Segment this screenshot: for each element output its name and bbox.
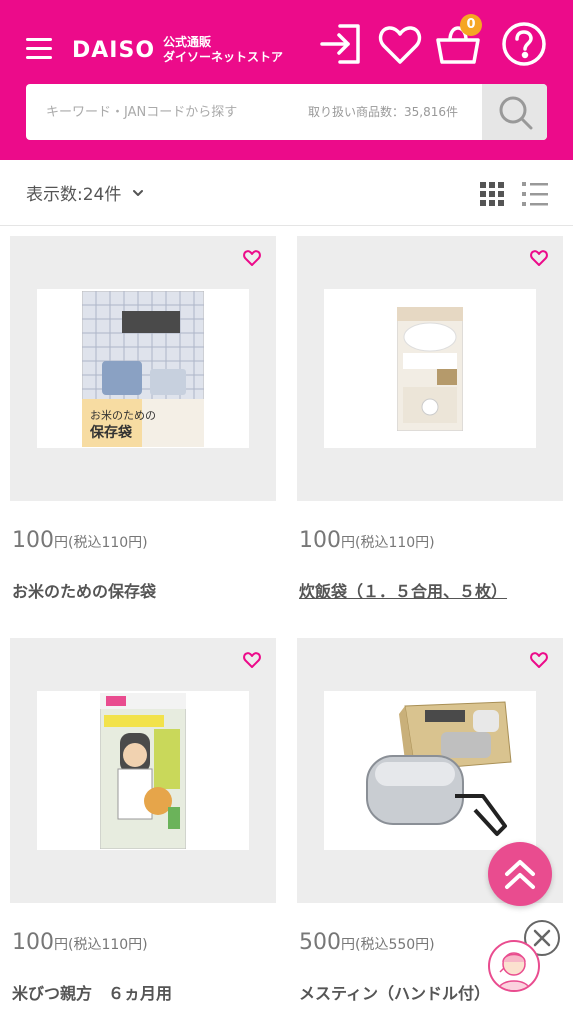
product-count-text: 取り扱い商品数：35,816件 (308, 105, 458, 119)
price-value: 100 (12, 528, 54, 553)
product-image-frame[interactable] (297, 236, 563, 501)
product-image-frame[interactable] (10, 638, 276, 903)
site-header: DAISO 公式通販 ダイソーネットストア 0 取り扱 (0, 0, 573, 160)
logo-sub-line1: 公式通販 (163, 35, 212, 49)
product-image-frame[interactable]: お米のための 保存袋 (10, 236, 276, 501)
logo-sub-line2: ダイソーネットストア (163, 50, 284, 64)
display-count-label: 表示数:24件 (26, 185, 122, 205)
favorite-heart-icon[interactable] (242, 248, 262, 268)
price-unit: 円 (54, 535, 68, 551)
list-toolbar: 表示数:24件 (0, 160, 573, 226)
price-tax: (税込550円) (355, 937, 435, 953)
search-icon (499, 96, 532, 130)
logo-subtitle: 公式通販 ダイソーネットストア (163, 35, 283, 65)
product-name[interactable]: お米のための保存袋 (12, 578, 156, 602)
price-unit: 円 (54, 937, 68, 953)
grid-view-icon[interactable] (480, 182, 504, 206)
search-bar: 取り扱い商品数：35,816件 (26, 84, 547, 140)
svg-text:お米のための: お米のための (90, 409, 156, 422)
price-value: 100 (12, 930, 54, 955)
product-image (37, 691, 249, 850)
price-tax: (税込110円) (355, 535, 435, 551)
assistant-avatar-icon[interactable] (488, 940, 540, 992)
login-icon[interactable] (316, 20, 364, 68)
favorite-heart-icon[interactable] (529, 248, 549, 268)
cart-icon[interactable]: 0 (434, 14, 482, 68)
help-icon[interactable] (500, 20, 548, 68)
svg-text:保存袋: 保存袋 (89, 424, 133, 441)
logo-text: DAISO (72, 37, 156, 63)
favorite-heart-icon[interactable] (529, 650, 549, 670)
product-price: 500円(税込550円) (299, 930, 435, 955)
price-value: 100 (299, 528, 341, 553)
price-tax: (税込110円) (68, 535, 148, 551)
display-count-select[interactable]: 表示数:24件 (26, 180, 144, 205)
price-value: 500 (299, 930, 341, 955)
product-name[interactable]: 米びつ親方 ６ヵ月用 (12, 980, 172, 1004)
price-unit: 円 (341, 535, 355, 551)
price-unit: 円 (341, 937, 355, 953)
product-name[interactable]: メスティン（ハンドル付） (299, 980, 490, 1004)
search-input[interactable] (26, 84, 326, 140)
cart-count-badge: 0 (460, 14, 482, 36)
product-image (324, 289, 536, 448)
product-image: お米のための 保存袋 (37, 289, 249, 448)
scroll-to-top-button[interactable] (488, 842, 552, 906)
double-chevron-up-icon (505, 860, 535, 889)
search-button[interactable] (482, 84, 547, 140)
list-view-icon[interactable] (522, 182, 548, 206)
chevron-down-icon (133, 189, 144, 196)
product-name[interactable]: 炊飯袋（１．５合用、５枚） (299, 578, 507, 602)
price-tax: (税込110円) (68, 937, 148, 953)
product-price: 100円(税込110円) (12, 528, 148, 553)
product-image (324, 691, 536, 850)
favorite-heart-icon[interactable] (242, 650, 262, 670)
menu-icon[interactable] (26, 38, 52, 60)
logo[interactable]: DAISO 公式通販 ダイソーネットストア (72, 30, 283, 70)
heart-icon[interactable] (376, 20, 424, 68)
product-price: 100円(税込110円) (12, 930, 148, 955)
product-price: 100円(税込110円) (299, 528, 435, 553)
